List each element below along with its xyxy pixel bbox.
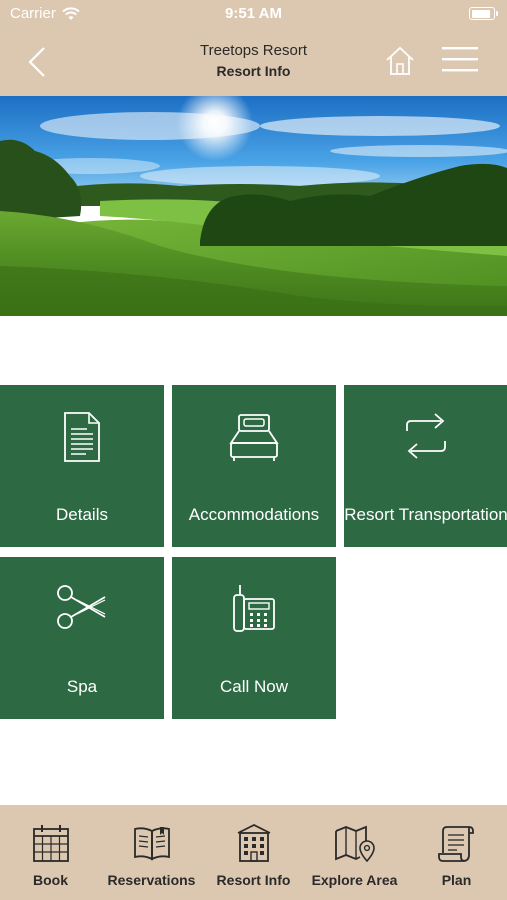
map-pin-icon [334,825,375,863]
hamburger-menu-icon [442,47,478,72]
nav-subtitle: Resort Info [216,63,291,79]
status-bar: Carrier 9:51 AM [0,0,507,28]
telephone-icon [233,585,275,632]
tab-label: Plan [441,872,472,888]
tile-label: Spa [66,677,98,696]
scroll-icon [437,826,474,862]
hero-image [0,96,507,316]
tab-label: Resort Info [216,872,291,888]
tile-accommodations[interactable]: Accommodations [172,385,336,547]
app-header: Carrier 9:51 AM Treetops Resort Resort I… [0,0,507,96]
tab-label: Explore Area [311,872,398,888]
tile-call-now[interactable]: Call Now [172,557,336,719]
bed-icon [229,414,279,461]
scissors-icon [57,585,106,629]
tile-label: Resort Transportation [344,505,507,524]
tab-label: Book [33,872,68,888]
tab-resort-info[interactable]: Resort Info [203,805,304,900]
bottom-tab-bar: Book Reservations Resort Info Explore Ar… [0,805,507,900]
tile-label: Details [56,505,108,524]
tab-label: Reservations [107,872,196,888]
transfer-arrows-icon [406,413,446,459]
tile-resort-transportation[interactable]: Resort Transportation [344,385,507,547]
home-button[interactable] [384,44,416,78]
battery-level [471,9,490,18]
tile-spa[interactable]: Spa [0,557,164,719]
menu-button[interactable] [440,44,480,76]
building-icon [237,823,270,862]
tab-plan[interactable]: Plan [406,805,507,900]
tile-details[interactable]: Details [0,385,164,547]
open-book-icon [133,827,170,861]
tab-explore-area[interactable]: Explore Area [304,805,405,900]
home-icon [386,46,414,75]
tile-label: Call Now [219,677,289,696]
nav-title: Treetops Resort [200,42,307,59]
document-icon [64,412,100,462]
golf-course-landscape [0,96,507,316]
tab-book[interactable]: Book [0,805,101,900]
tile-label: Accommodations [188,505,320,524]
battery-icon [469,7,498,20]
status-time: 9:51 AM [225,5,282,22]
tab-reservations[interactable]: Reservations [101,805,202,900]
calendar-icon [32,825,69,862]
